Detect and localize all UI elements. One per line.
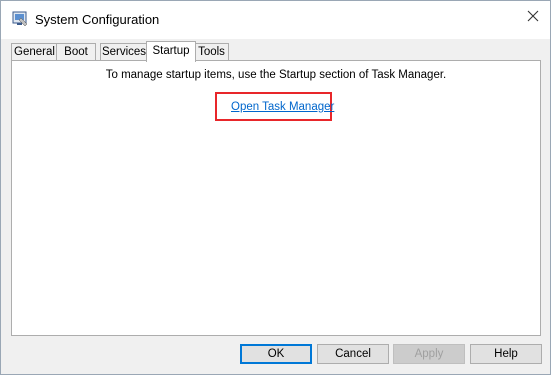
tab-general[interactable]: General — [11, 43, 58, 61]
msconfig-icon — [12, 11, 28, 27]
help-button[interactable]: Help — [470, 344, 542, 364]
apply-button[interactable]: Apply — [393, 344, 465, 364]
startup-instruction-text: To manage startup items, use the Startup… — [105, 69, 447, 81]
open-task-manager-link[interactable]: Open Task Manager — [231, 101, 334, 113]
close-button[interactable] — [516, 1, 550, 35]
startup-tab-panel: To manage startup items, use the Startup… — [11, 60, 541, 336]
system-configuration-window: System Configuration General Boot Servic… — [0, 0, 551, 375]
title-bar[interactable]: System Configuration — [1, 1, 550, 39]
window-title: System Configuration — [35, 12, 160, 27]
tab-tools[interactable]: Tools — [194, 43, 229, 61]
tab-boot[interactable]: Boot — [56, 43, 96, 61]
cancel-button[interactable]: Cancel — [317, 344, 389, 364]
close-icon — [527, 9, 539, 27]
tab-services[interactable]: Services — [100, 43, 148, 61]
ok-button[interactable]: OK — [240, 344, 312, 364]
tab-startup[interactable]: Startup — [146, 41, 196, 62]
